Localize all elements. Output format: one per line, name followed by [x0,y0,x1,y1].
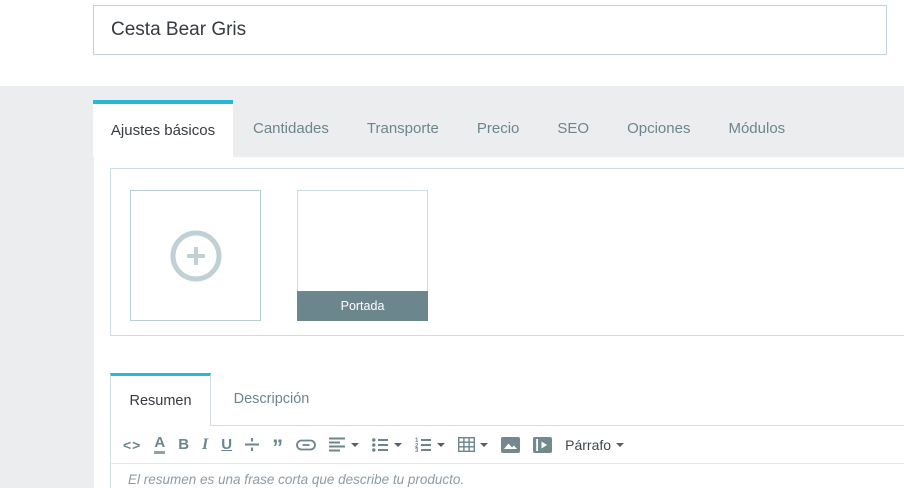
unordered-list-icon [372,437,389,452]
tab-cantidades[interactable]: Cantidades [253,120,329,137]
cover-badge: Portada [297,291,428,321]
text-color-icon: A [154,435,166,454]
chevron-down-icon [351,442,360,447]
link-icon [296,439,317,451]
text-color-button[interactable]: A [154,433,166,457]
underline-icon: U [221,436,233,453]
editor-toolbar: <> A B I U ” 1 2 3 Párrafo [111,426,904,464]
chevron-down-icon [480,442,489,447]
underline-button[interactable]: U [221,433,232,457]
unordered-list-dropdown-button[interactable] [372,433,403,457]
tab-transporte[interactable]: Transporte [367,120,439,137]
tab-precio[interactable]: Precio [477,120,520,137]
product-edit-page: Ajustes básicos Cantidades Transporte Pr… [0,0,904,488]
svg-text:3: 3 [415,448,419,452]
tab-resumen[interactable]: Resumen [110,373,211,426]
rich-text-editor: <> A B I U ” 1 2 3 Párrafo El resumen es… [110,425,904,488]
link-button[interactable] [296,433,317,457]
tab-bar: Cantidades Transporte Precio SEO Opcione… [253,100,785,157]
italic-icon: I [202,435,209,453]
editor-placeholder-text: El resumen es una frase corta que descri… [128,472,465,487]
insert-image-icon [501,436,521,453]
tab-opciones[interactable]: Opciones [627,120,690,137]
blockquote-icon: ” [272,435,284,461]
chevron-down-icon [394,442,403,447]
source-code-icon: <> [123,436,142,453]
insert-media-button[interactable] [533,433,553,457]
product-name-input[interactable] [93,5,887,55]
tab-descripcion[interactable]: Descripción [211,373,332,425]
blockquote-button[interactable]: ” [272,433,284,461]
product-images-panel: Portada [110,168,904,336]
add-image-dropzone[interactable] [130,190,261,321]
align-left-icon [329,437,346,452]
chevron-down-icon [437,442,446,447]
product-image-thumbnail[interactable]: Portada [297,190,428,321]
tab-ajustes-basicos[interactable]: Ajustes básicos [93,100,233,157]
table-dropdown-button[interactable] [458,433,489,457]
subtab-label: Resumen [129,393,192,409]
ordered-list-icon: 123 [415,437,432,452]
paragraph-format-dropdown[interactable]: Párrafo [565,433,625,457]
tab-seo[interactable]: SEO [557,120,589,137]
table-icon [458,437,476,452]
align-dropdown-button[interactable] [329,433,360,457]
strikethrough-icon [245,437,260,452]
tab-label: Ajustes básicos [110,122,216,139]
bold-button[interactable]: B [178,433,189,457]
subtab-label: Descripción [233,391,310,407]
insert-image-button[interactable] [501,433,521,457]
paragraph-format-label: Párrafo [565,436,612,453]
bold-icon: B [178,436,190,453]
chevron-down-icon [616,442,625,447]
header [0,0,904,86]
editor-content-area[interactable]: El resumen es una frase corta que descri… [111,464,904,487]
ordered-list-dropdown-button[interactable]: 123 [415,433,446,457]
strikethrough-button[interactable] [245,433,260,457]
italic-button[interactable]: I [202,433,208,457]
plus-circle-icon [170,230,222,282]
tab-modulos[interactable]: Módulos [728,120,785,137]
source-code-button[interactable]: <> [123,433,141,457]
insert-media-icon [533,436,553,453]
